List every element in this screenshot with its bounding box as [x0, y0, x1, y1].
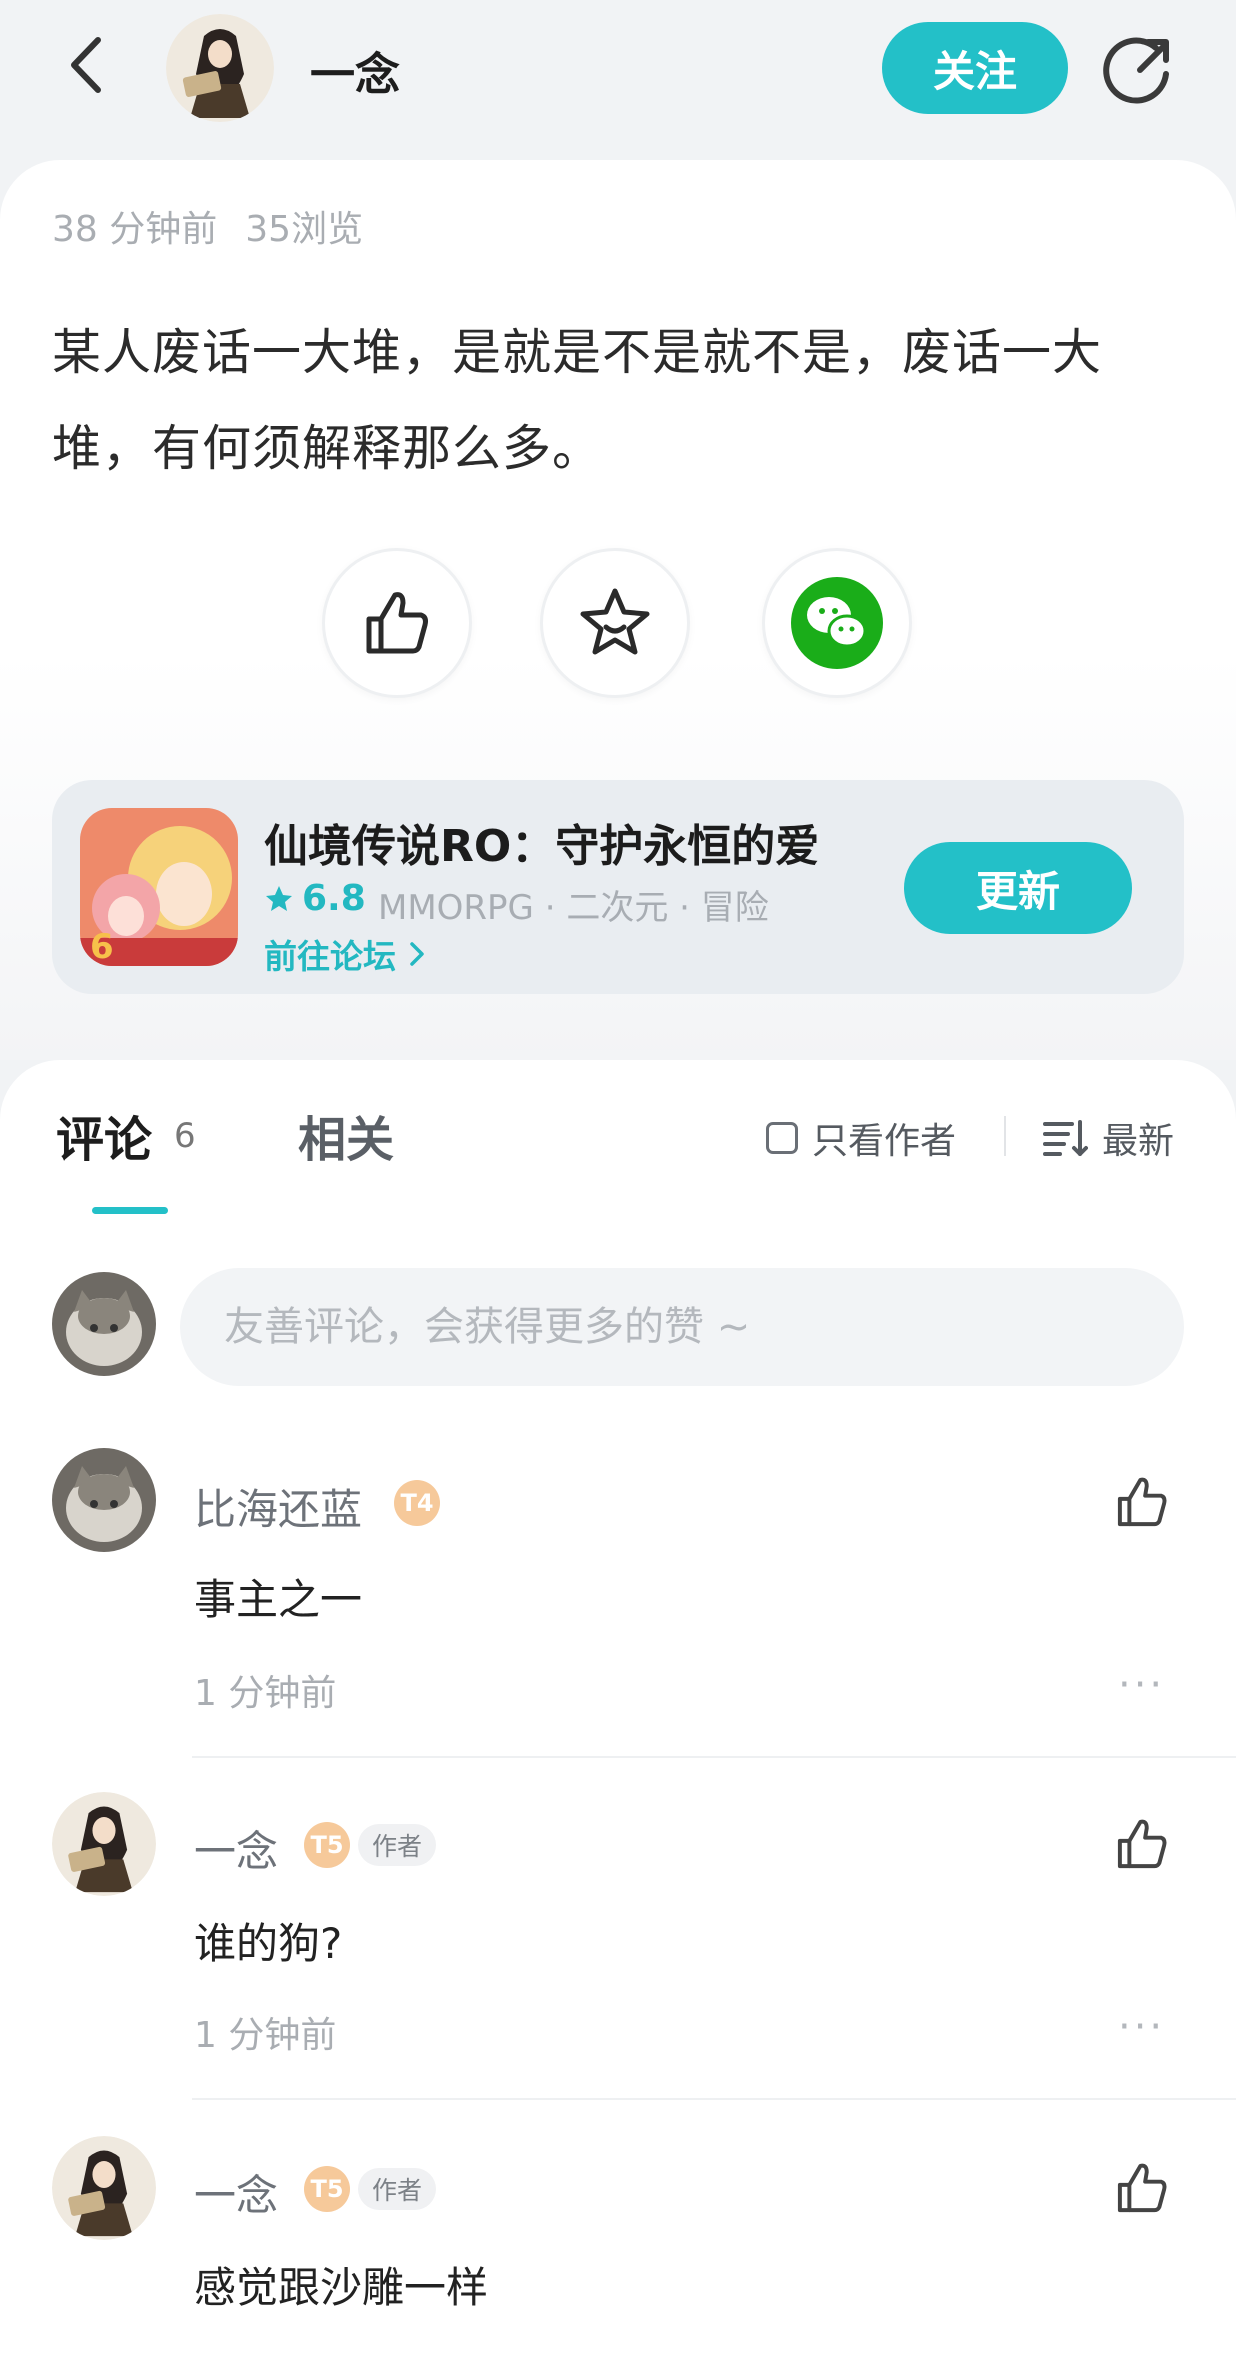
commenter-name[interactable]: 比海还蓝: [194, 1476, 362, 1537]
comment-like-button[interactable]: [1112, 1472, 1172, 1532]
commenter-avatar[interactable]: [52, 1448, 156, 1552]
level-badge: T5: [304, 1822, 350, 1868]
forum-link-label: 前往论坛: [264, 937, 396, 976]
author-avatar-image: [166, 14, 274, 122]
active-tab-indicator: [92, 1207, 168, 1214]
post-meta: 38 分钟前 35浏览: [52, 200, 363, 252]
comment-count: 6: [174, 1116, 196, 1156]
chevron-left-icon: [71, 37, 101, 93]
like-post-button[interactable]: [322, 548, 472, 698]
author-tag: 作者: [358, 2168, 437, 2210]
share-arrow-icon: [1103, 37, 1169, 104]
only-author-toggle[interactable]: 只看作者: [766, 1112, 956, 1164]
author-avatar[interactable]: [166, 14, 274, 122]
thumbs-up-icon: [1117, 1819, 1167, 1869]
comment-text: 感觉跟沙雕一样: [194, 2263, 489, 2312]
comment-text: 事主之一: [194, 1575, 363, 1624]
comment-like-button[interactable]: [1112, 2158, 1172, 2218]
follow-button[interactable]: 关注: [882, 22, 1068, 114]
game-icon: 6: [80, 808, 238, 966]
level-badge: T5: [304, 2166, 350, 2212]
sort-button[interactable]: 最新: [1042, 1112, 1174, 1164]
forum-link[interactable]: 前往论坛: [264, 930, 430, 978]
comment-text: 谁的狗?: [194, 1919, 343, 1968]
comment-divider: [192, 1756, 1236, 1758]
post-views: 35浏览: [245, 209, 364, 250]
level-badge: T4: [394, 1480, 440, 1526]
post-time: 38 分钟前: [52, 209, 218, 250]
thumbs-up-icon: [1117, 1477, 1167, 1527]
commenter-avatar[interactable]: [52, 2136, 156, 2240]
game-title[interactable]: 仙境传说RO：守护永恒的爱: [264, 810, 819, 874]
comment-time: 1 分钟前: [194, 2015, 337, 2056]
game-rating-value: 6.8: [302, 878, 366, 919]
sort-lines-icon: [1043, 1120, 1088, 1156]
post-body: 某人废话一大堆，是就是不是就不是，废话一大堆，有何须解释那么多。: [52, 324, 1103, 477]
sort-label: 最新: [1102, 1121, 1175, 1162]
author-tag: 作者: [358, 1824, 437, 1866]
star-icon: [266, 885, 292, 911]
tab-related[interactable]: 相关: [298, 1100, 394, 1170]
share-button[interactable]: [1100, 30, 1180, 110]
game-tags: MMORPG · 二次元 · 冒险: [378, 888, 769, 928]
thumbs-up-icon: [1117, 2163, 1167, 2213]
only-author-label: 只看作者: [812, 1121, 957, 1162]
wechat-icon: [791, 577, 883, 669]
back-button[interactable]: [56, 30, 116, 100]
more-options-button[interactable]: ···: [1118, 1662, 1165, 1708]
comment-like-button[interactable]: [1112, 1814, 1172, 1874]
commenter-name[interactable]: 一念: [194, 1818, 278, 1879]
commenter-avatar[interactable]: [52, 1792, 156, 1896]
game-card[interactable]: 6 仙境传说RO：守护永恒的爱 6.8 MMORPG · 二次元 · 冒险 前往…: [52, 780, 1184, 994]
update-button[interactable]: 更新: [904, 842, 1132, 934]
chevron-right-icon: [410, 942, 424, 966]
more-options-button[interactable]: ···: [1118, 2004, 1165, 2050]
commenter-name[interactable]: 一念: [194, 2162, 278, 2223]
svg-text:6: 6: [90, 927, 114, 966]
my-avatar: [52, 1272, 156, 1376]
thumbs-up-icon: [366, 592, 428, 654]
comment-divider: [192, 2098, 1236, 2100]
comments-panel: [0, 1060, 1236, 2365]
favorite-button[interactable]: [540, 548, 690, 698]
author-name[interactable]: 一念: [310, 38, 400, 103]
comment-time: 1 分钟前: [194, 1673, 337, 1714]
wechat-share-button[interactable]: [762, 548, 912, 698]
game-rating: 6.8: [264, 878, 366, 919]
star-icon: [580, 588, 650, 655]
filter-divider: [1004, 1116, 1006, 1156]
tab-comments[interactable]: 评论: [56, 1100, 152, 1170]
comment-input[interactable]: [180, 1268, 1184, 1386]
checkbox-icon: [766, 1122, 798, 1154]
